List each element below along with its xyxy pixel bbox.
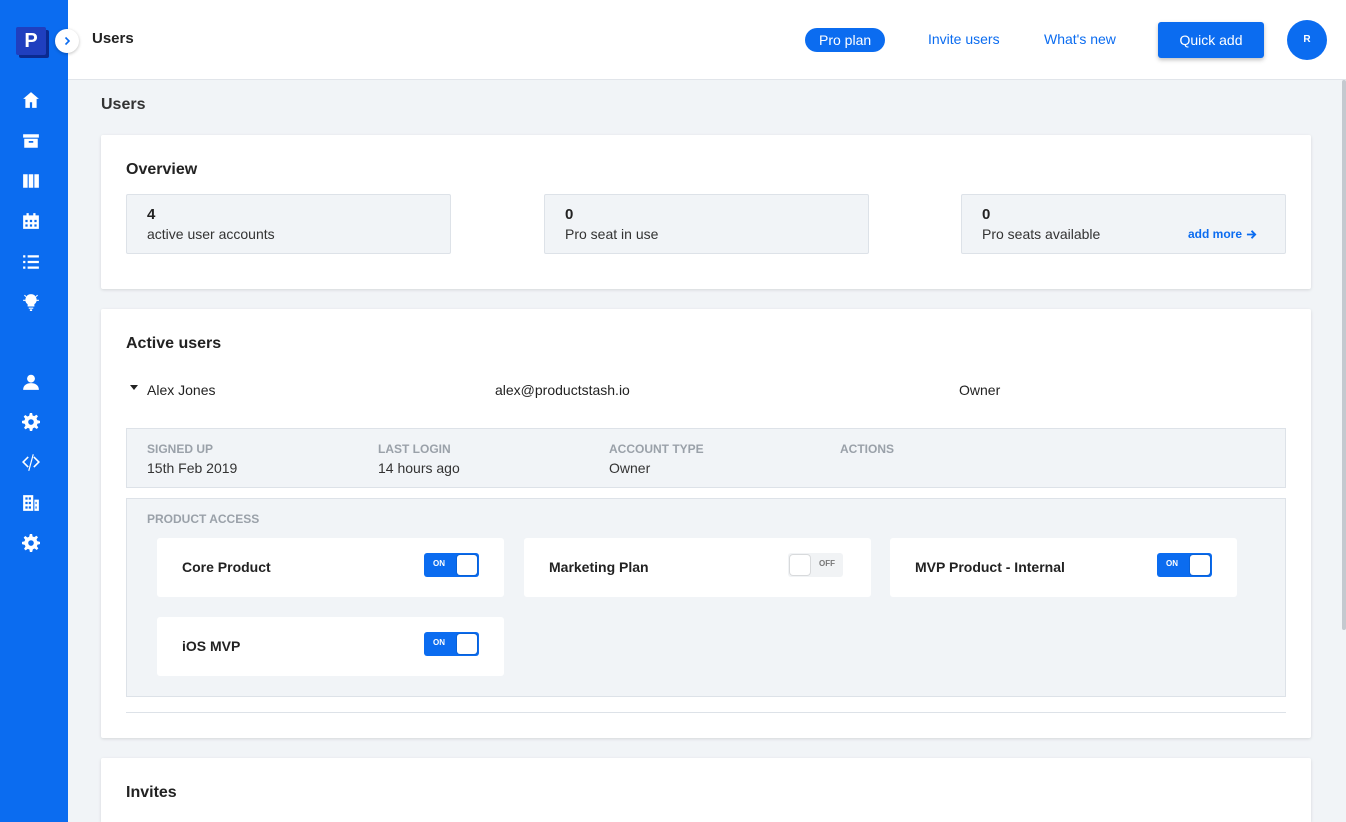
toggle-knob: [790, 555, 810, 575]
code-icon[interactable]: [20, 451, 42, 473]
board-icon[interactable]: [20, 170, 42, 192]
invite-users-link[interactable]: Invite users: [928, 31, 1000, 47]
user-role: Owner: [959, 382, 1001, 398]
stat-label: Pro seats available: [982, 226, 1101, 242]
sidebar: P: [0, 0, 68, 822]
signed-up-value: 15th Feb 2019: [147, 460, 238, 476]
overview-title: Overview: [126, 161, 198, 178]
list-icon[interactable]: [20, 251, 42, 273]
pro-plan-badge[interactable]: Pro plan: [805, 28, 886, 52]
toggle-knob: [1190, 555, 1210, 575]
app-logo[interactable]: P: [16, 27, 46, 55]
product-access-toggle[interactable]: OFF: [788, 553, 843, 577]
product-card: Core Product ON: [157, 538, 504, 597]
building-icon[interactable]: [20, 492, 42, 514]
toggle-knob: [457, 555, 477, 575]
toggle-state: ON: [1166, 559, 1178, 568]
top-header: Users Pro plan Invite users What's new Q…: [68, 0, 1346, 80]
actions-label: ACTIONS: [840, 442, 894, 456]
product-name: Core Product: [182, 559, 271, 575]
active-users-title: Active users: [126, 335, 222, 352]
gear-icon[interactable]: [20, 411, 42, 433]
avatar[interactable]: R: [1287, 20, 1327, 60]
user-icon[interactable]: [20, 371, 42, 393]
stat-label: Pro seat in use: [565, 226, 659, 242]
page-title: Users: [101, 96, 146, 113]
caret-down-icon[interactable]: [130, 385, 138, 390]
header-title: Users: [92, 30, 134, 47]
invites-title: Invites: [126, 784, 177, 801]
product-card: iOS MVP ON: [157, 617, 504, 676]
stat-pro-seat-in-use: 0 Pro seat in use: [544, 194, 869, 254]
product-access-toggle[interactable]: ON: [1157, 553, 1212, 577]
product-access-toggle[interactable]: ON: [424, 553, 479, 577]
product-name: Marketing Plan: [549, 559, 649, 575]
user-email: alex@productstash.io: [495, 382, 630, 398]
product-name: MVP Product - Internal: [915, 559, 1065, 575]
toggle-state: OFF: [819, 559, 835, 568]
api-gear-icon[interactable]: [20, 532, 42, 554]
calendar-icon[interactable]: [20, 210, 42, 232]
quick-add-button[interactable]: Quick add: [1158, 22, 1264, 58]
last-login-label: LAST LOGIN: [378, 442, 451, 456]
add-more-link[interactable]: add more: [1188, 227, 1257, 241]
stat-value: 0: [982, 206, 991, 223]
signed-up-label: SIGNED UP: [147, 442, 214, 456]
chevron-right-icon: [64, 36, 71, 46]
user-name[interactable]: Alex Jones: [147, 382, 215, 398]
stat-active-accounts: 4 active user accounts: [126, 194, 451, 254]
sidebar-expand-button[interactable]: [55, 29, 79, 53]
product-card: MVP Product - Internal ON: [890, 538, 1237, 597]
toggle-knob: [457, 634, 477, 654]
product-access-label: PRODUCT ACCESS: [147, 512, 260, 526]
arrow-right-icon: [1246, 229, 1257, 239]
whats-new-link[interactable]: What's new: [1044, 31, 1116, 47]
user-details-panel: SIGNED UP 15th Feb 2019 LAST LOGIN 14 ho…: [126, 428, 1286, 488]
stat-value: 0: [565, 206, 574, 223]
stat-value: 4: [147, 206, 156, 223]
lightbulb-icon[interactable]: [20, 291, 42, 313]
stat-pro-seats-available: 0 Pro seats available add more: [961, 194, 1286, 254]
product-name: iOS MVP: [182, 638, 241, 654]
product-card: Marketing Plan OFF: [524, 538, 871, 597]
overview-card: Overview 4 active user accounts 0 Pro se…: [101, 135, 1311, 289]
home-icon[interactable]: [20, 89, 42, 111]
active-users-card: Active users Alex Jones alex@productstas…: [101, 309, 1311, 738]
invites-card: Invites: [101, 758, 1311, 822]
divider: [126, 712, 1286, 713]
product-access-toggle[interactable]: ON: [424, 632, 479, 656]
scrollbar-thumb[interactable]: [1342, 80, 1346, 630]
last-login-value: 14 hours ago: [378, 460, 460, 476]
account-type-label: ACCOUNT TYPE: [609, 442, 704, 456]
product-access-panel: PRODUCT ACCESS Core Product ON Marketing…: [126, 498, 1286, 697]
add-more-label: add more: [1188, 227, 1243, 241]
stat-label: active user accounts: [147, 226, 275, 242]
archive-icon[interactable]: [20, 130, 42, 152]
account-type-value: Owner: [609, 460, 651, 476]
toggle-state: ON: [433, 559, 445, 568]
toggle-state: ON: [433, 638, 445, 647]
